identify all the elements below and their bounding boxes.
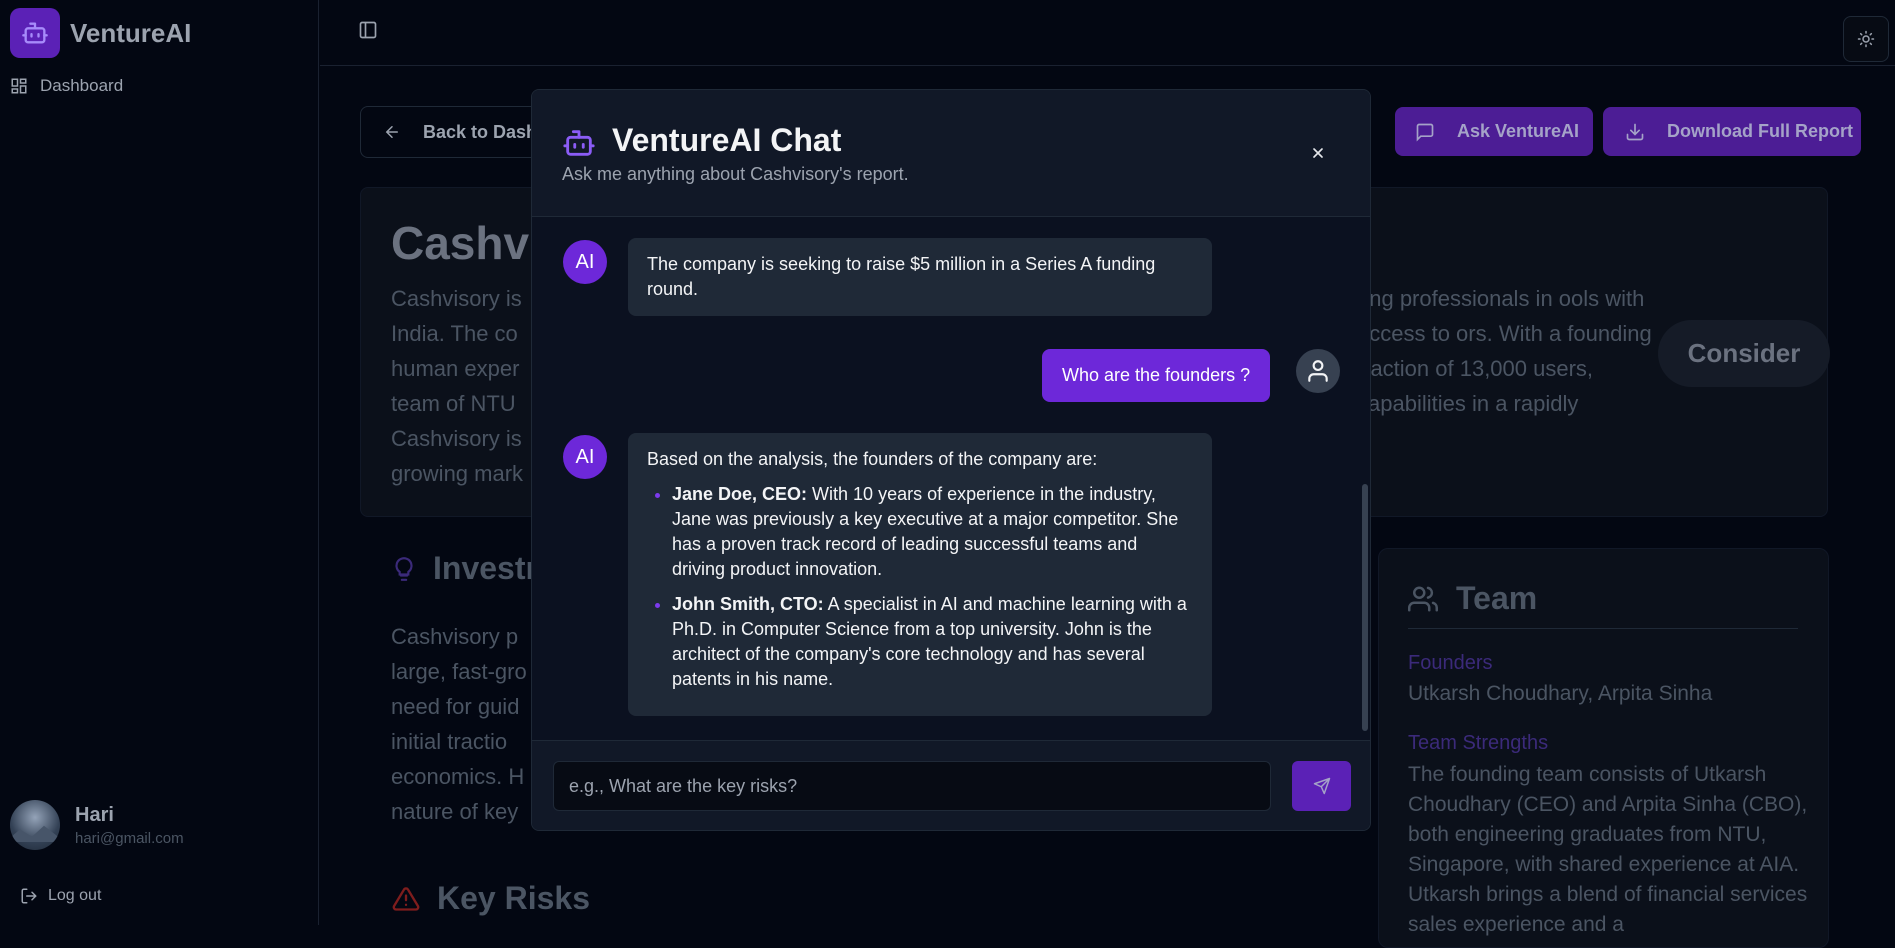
ask-label: Ask VentureAI xyxy=(1457,121,1580,141)
brand-name: VentureAI xyxy=(70,17,192,48)
user-name: Hari xyxy=(75,803,114,826)
list-item: Jane Doe, CEO: With 10 years of experien… xyxy=(672,482,1193,582)
chat-messages[interactable]: AI The company is seeking to raise $5 mi… xyxy=(532,218,1370,740)
sidebar-toggle-icon xyxy=(358,20,378,40)
verdict-badge: Consider xyxy=(1658,320,1830,387)
chat-title: VentureAI Chat xyxy=(612,122,842,158)
ai-message: The company is seeking to raise $5 milli… xyxy=(628,238,1212,316)
ai-avatar: AI xyxy=(563,240,607,284)
team-strengths-label: Team Strengths xyxy=(1408,732,1549,754)
avatar xyxy=(10,800,60,850)
robot-logo-icon xyxy=(10,8,60,58)
chat-modal: VentureAI Chat Ask me anything about Cas… xyxy=(531,89,1371,831)
sidebar-item-dashboard[interactable]: Dashboard xyxy=(10,76,123,96)
list-item: John Smith, CTO: A specialist in AI and … xyxy=(672,592,1193,692)
founders-list: Jane Doe, CEO: With 10 years of experien… xyxy=(647,482,1193,692)
investment-heading-label: Investr xyxy=(433,550,538,586)
divider xyxy=(1408,628,1798,629)
chat-modal-header: VentureAI Chat Ask me anything about Cas… xyxy=(532,90,1370,217)
user-icon xyxy=(1305,358,1331,384)
users-icon xyxy=(1408,584,1438,614)
arrow-left-icon xyxy=(383,123,401,141)
warning-icon xyxy=(391,885,421,913)
download-icon xyxy=(1625,122,1645,142)
ask-ventureai-button[interactable]: Ask VentureAI xyxy=(1395,107,1593,156)
summary-text-left: Cashvisory is India. The co human exper … xyxy=(391,286,524,486)
top-bar xyxy=(320,0,1895,66)
download-label: Download Full Report xyxy=(1667,121,1853,141)
summary-text-right: ung professionals in ools with access to… xyxy=(1357,286,1652,416)
logout-label: Log out xyxy=(48,887,102,904)
investment-text: Cashvisory p large, fast-gro need for gu… xyxy=(391,624,527,824)
risks-heading-label: Key Risks xyxy=(437,880,590,916)
user-avatar xyxy=(1296,349,1340,393)
founders-value: Utkarsh Choudhary, Arpita Sinha xyxy=(1408,682,1713,705)
chat-subtitle: Ask me anything about Cashvisory's repor… xyxy=(562,164,909,184)
founders-label: Founders xyxy=(1408,652,1493,674)
user-email: hari@gmail.com xyxy=(75,829,184,847)
send-button[interactable] xyxy=(1292,761,1351,811)
investment-heading: Investr xyxy=(391,550,538,587)
message-icon xyxy=(1415,122,1435,142)
robot-icon xyxy=(562,126,596,160)
sidebar: VentureAI Dashboard Hari hari@gmail.com … xyxy=(0,0,319,925)
brand[interactable]: VentureAI xyxy=(10,8,191,58)
ai-message: Based on the analysis, the founders of t… xyxy=(628,433,1212,716)
grid-icon xyxy=(10,77,28,95)
toggle-sidebar-button[interactable] xyxy=(358,20,378,40)
download-report-button[interactable]: Download Full Report xyxy=(1603,107,1861,156)
team-strengths-value: The founding team consists of Utkarsh Ch… xyxy=(1408,763,1808,936)
logout-button[interactable]: Log out xyxy=(20,887,101,905)
team-heading: Team xyxy=(1408,580,1537,617)
team-heading-label: Team xyxy=(1456,580,1538,616)
founder-name: John Smith, CTO: xyxy=(672,594,824,614)
risks-heading: Key Risks xyxy=(391,880,590,917)
theme-toggle-button[interactable] xyxy=(1843,16,1889,62)
chat-input-area xyxy=(532,740,1370,830)
user-profile[interactable]: Hari hari@gmail.com xyxy=(10,800,184,850)
company-title: Cashvi xyxy=(391,217,542,269)
close-icon xyxy=(1310,145,1326,161)
send-icon xyxy=(1313,777,1331,795)
close-button[interactable] xyxy=(1307,142,1329,164)
back-label: Back to Dash xyxy=(423,121,538,142)
chat-scrollbar[interactable] xyxy=(1362,484,1368,731)
chat-input[interactable] xyxy=(553,761,1271,811)
founder-name: Jane Doe, CEO: xyxy=(672,484,808,504)
sidebar-item-label: Dashboard xyxy=(40,76,124,95)
sun-icon xyxy=(1857,30,1875,48)
logout-icon xyxy=(20,887,38,905)
lightbulb-icon xyxy=(391,556,417,582)
user-message: Who are the founders ? xyxy=(1042,349,1271,402)
ai-message-intro: Based on the analysis, the founders of t… xyxy=(647,449,1098,469)
back-to-dashboard-button[interactable]: Back to Dash xyxy=(360,106,560,158)
ai-avatar: AI xyxy=(563,435,607,479)
